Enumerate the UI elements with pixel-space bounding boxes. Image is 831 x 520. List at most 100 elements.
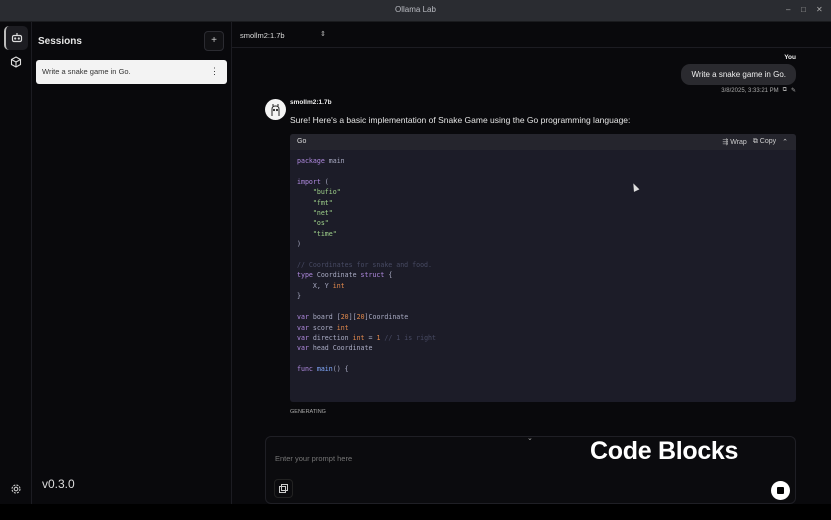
code-token: Coordinate — [312, 271, 361, 280]
code-token: "bufio" — [312, 188, 341, 197]
code-token: X, Y — [297, 281, 333, 290]
code-token: board [ — [308, 313, 341, 322]
code-token: "os" — [312, 219, 329, 228]
code-token: int — [336, 323, 349, 332]
app: Sessions + Write a snake game in Go. ⋮ v… — [0, 22, 831, 504]
edit-icon[interactable]: ✎ — [791, 87, 796, 94]
code-line: ​var head Coordinate — [297, 343, 789, 353]
close-button[interactable]: ✕ — [816, 5, 823, 14]
user-message: Write a snake game in Go. — [681, 64, 796, 85]
code-token: var — [297, 333, 309, 342]
code-token: main — [324, 157, 345, 165]
code-token: type — [297, 271, 313, 280]
code-token: int — [352, 333, 365, 342]
code-content: ​package main​​import (​ "bufio"​ "fmt"​… — [290, 150, 796, 381]
code-token: { — [384, 271, 393, 280]
wrap-button[interactable]: ⇶ Wrap — [722, 138, 746, 146]
copy-icon[interactable]: ⧉ — [783, 87, 787, 94]
code-line: ​ — [297, 354, 789, 364]
code-block: Go ⇶ Wrap ⧉ Copy ⌃ ​package main​​import… — [290, 134, 796, 402]
code-token: "net" — [312, 209, 333, 218]
code-token: () { — [332, 365, 349, 374]
code-line: ​import ( — [297, 177, 789, 187]
code-line: ​ "os" — [297, 218, 789, 228]
code-line: ​ — [297, 302, 789, 312]
chat-panel: smollm2:1.7b ⇕ You Write a snake game in… — [232, 22, 831, 504]
code-token: ][ — [348, 313, 357, 322]
code-line: ​ "bufio" — [297, 187, 789, 197]
code-token: 20 — [340, 313, 349, 322]
code-token: var — [297, 323, 309, 332]
session-title: Write a snake game in Go. — [42, 67, 131, 76]
app-version: v0.3.0 — [42, 477, 75, 491]
copy-code-button[interactable]: ⧉ Copy — [753, 138, 776, 146]
code-line: ​var score int — [297, 323, 789, 333]
chat-nav-button[interactable] — [4, 26, 28, 50]
llama-icon — [271, 103, 280, 116]
code-line: ​} — [297, 291, 789, 301]
new-session-button[interactable]: + — [204, 31, 224, 51]
code-token: "fmt" — [312, 198, 333, 207]
code-token: head Coordinate — [308, 344, 373, 353]
settings-button[interactable] — [4, 477, 28, 501]
code-token: var — [297, 344, 309, 353]
code-line: ​ "fmt" — [297, 198, 789, 208]
title-bar: Ollama Lab – □ ✕ — [0, 0, 831, 22]
caption-overlay: Code Blocks — [590, 437, 739, 465]
attach-image-button[interactable] — [274, 479, 293, 498]
code-token: // Coordinates for snake and food. — [297, 261, 432, 270]
code-token: // 1 is right — [380, 333, 436, 342]
code-block-header: Go ⇶ Wrap ⧉ Copy ⌃ — [290, 134, 796, 150]
model-name: smollm2:1.7b — [240, 31, 285, 40]
maximize-button[interactable]: □ — [801, 5, 806, 14]
code-token: = — [364, 333, 377, 342]
code-token: ) — [297, 240, 301, 249]
sessions-sidebar: Sessions + Write a snake game in Go. ⋮ v… — [32, 22, 232, 504]
code-token: struct — [360, 271, 385, 280]
code-line: ​var board [20][20]Coordinate — [297, 312, 789, 322]
code-token: "time" — [312, 229, 337, 238]
code-token: main — [312, 365, 333, 374]
code-line: ​ — [297, 250, 789, 260]
icon-rail — [0, 22, 32, 504]
code-token: ( — [320, 177, 329, 186]
code-token: import — [297, 177, 321, 186]
prompt-input[interactable] — [275, 454, 575, 463]
code-line: ​ — [297, 166, 789, 176]
code-token: var — [297, 313, 309, 322]
models-nav-button[interactable] — [4, 50, 28, 74]
stop-icon — [777, 487, 784, 494]
code-token: 20 — [356, 313, 365, 322]
user-message-meta: 3/8/2025, 3:33:21 PM ⧉ ✎ — [721, 87, 796, 94]
code-line: ​ "net" — [297, 208, 789, 218]
code-token: direction — [308, 333, 353, 342]
code-line: ​ X, Y int — [297, 281, 789, 291]
code-token: package — [297, 157, 325, 165]
session-item[interactable]: Write a snake game in Go. ⋮ — [36, 60, 227, 84]
session-menu-button[interactable]: ⋮ — [210, 66, 219, 77]
code-language: Go — [297, 138, 307, 145]
copy-icon: ⧉ — [752, 138, 760, 145]
generating-status: GENERATING — [290, 409, 326, 415]
code-line: ​ "time" — [297, 229, 789, 239]
chevron-updown-icon: ⇕ — [320, 31, 326, 38]
bot-name: smollm2:1.7b — [290, 99, 332, 106]
bot-message: Sure! Here's a basic implementation of S… — [290, 115, 631, 125]
collapse-chevron-icon[interactable]: ⌃ — [782, 138, 788, 146]
code-token: } — [297, 292, 301, 301]
code-token: int — [332, 281, 345, 290]
window-title: Ollama Lab — [395, 5, 436, 14]
bot-avatar — [265, 99, 286, 120]
code-line: ​) — [297, 239, 789, 249]
stop-generation-button[interactable] — [771, 481, 790, 500]
model-selector[interactable]: smollm2:1.7b ⇕ — [232, 22, 831, 48]
code-token: func — [297, 365, 313, 374]
scroll-down-chevron-icon[interactable]: ⌄ — [527, 434, 533, 442]
code-line: ​// Coordinates for snake and food. — [297, 260, 789, 270]
code-line: ​type Coordinate struct { — [297, 270, 789, 280]
minimize-button[interactable]: – — [786, 5, 790, 14]
